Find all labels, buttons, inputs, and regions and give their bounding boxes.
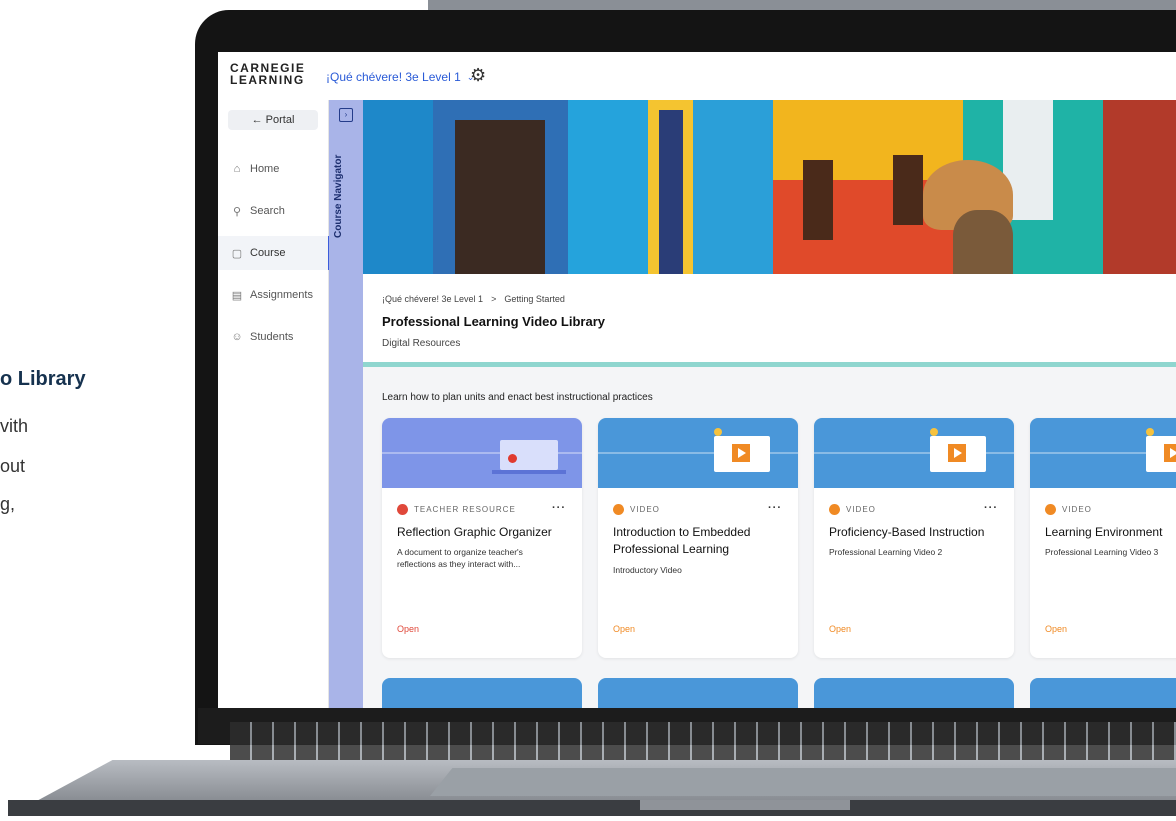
play-icon bbox=[948, 444, 966, 462]
apple-icon bbox=[508, 454, 517, 463]
card-thumbnail bbox=[1030, 418, 1176, 488]
promo-line-2: out bbox=[0, 456, 26, 476]
video-icon bbox=[613, 504, 624, 515]
lightbulb-icon bbox=[930, 428, 938, 436]
resource-card-thumbnail[interactable] bbox=[1030, 678, 1176, 708]
sidebar: ← Portal ⌂ Home ⚲ Search ▢ Course ▤ Assi… bbox=[218, 100, 331, 708]
breadcrumb: ¡Qué chévere! 3e Level 1 > Getting Start… bbox=[382, 294, 565, 304]
laptop-screen: CARNEGIE LEARNING ¡Qué chévere! 3e Level… bbox=[218, 52, 1176, 708]
laptop-keyboard bbox=[230, 722, 1176, 764]
card-title: Proficiency-Based Instruction bbox=[829, 525, 985, 539]
sidebar-item-search[interactable]: ⚲ Search bbox=[218, 194, 328, 228]
card-thumbnail bbox=[382, 418, 582, 488]
page-subtitle: Digital Resources bbox=[382, 338, 461, 349]
laptop-base bbox=[8, 800, 1176, 816]
chevron-right-icon: > bbox=[491, 294, 497, 304]
resource-card[interactable]: VIDEO Learning Environment Professional … bbox=[1030, 418, 1176, 658]
portal-button[interactable]: ← Portal bbox=[228, 110, 318, 130]
assignments-icon: ▤ bbox=[231, 289, 243, 302]
course-icon: ▢ bbox=[231, 247, 243, 260]
teacher-resource-icon bbox=[397, 504, 408, 515]
open-link[interactable]: Open bbox=[397, 624, 419, 634]
students-icon: ☺ bbox=[231, 331, 243, 343]
promo-title: o Library bbox=[0, 368, 86, 390]
resource-card-thumbnail[interactable] bbox=[598, 678, 798, 708]
resource-card[interactable]: VIDEO ··· Proficiency-Based Instruction … bbox=[814, 418, 1014, 658]
section-intro: Learn how to plan units and enact best i… bbox=[382, 392, 653, 403]
card-type: TEACHER RESOURCE bbox=[397, 504, 516, 515]
open-link[interactable]: Open bbox=[1045, 624, 1067, 634]
sidebar-item-label: Students bbox=[250, 331, 294, 343]
more-options-icon[interactable]: ··· bbox=[984, 502, 998, 514]
resource-card[interactable]: VIDEO ··· Introduction to Embedded Profe… bbox=[598, 418, 798, 658]
course-navigator-panel[interactable]: › Course Navigator bbox=[329, 100, 363, 708]
course-navigator-label: Course Navigator bbox=[333, 154, 344, 238]
sidebar-item-label: Course bbox=[250, 247, 286, 259]
course-selector[interactable]: ¡Qué chévere! 3e Level 1 ⌄ bbox=[326, 70, 474, 84]
search-icon: ⚲ bbox=[232, 205, 242, 218]
sidebar-item-label: Assignments bbox=[250, 289, 313, 301]
lightbulb-icon bbox=[1146, 428, 1154, 436]
card-thumbnail bbox=[814, 418, 1014, 488]
page-title: Professional Learning Video Library bbox=[382, 314, 605, 329]
more-options-icon[interactable]: ··· bbox=[552, 502, 566, 514]
card-type: VIDEO bbox=[613, 504, 660, 515]
sidebar-item-assignments[interactable]: ▤ Assignments bbox=[218, 278, 328, 312]
card-title: Learning Environment bbox=[1045, 525, 1163, 539]
card-type: VIDEO bbox=[1045, 504, 1092, 515]
sidebar-item-students[interactable]: ☺ Students bbox=[218, 320, 328, 354]
gear-icon[interactable]: ⚙ bbox=[470, 65, 486, 86]
laptop-notch bbox=[640, 800, 850, 810]
sidebar-item-label: Home bbox=[250, 163, 280, 175]
sidebar-item-course[interactable]: ▢ Course bbox=[218, 236, 331, 270]
resource-card-thumbnail[interactable] bbox=[814, 678, 1014, 708]
play-icon bbox=[1164, 444, 1176, 462]
card-title: Reflection Graphic Organizer bbox=[397, 525, 552, 539]
carnegie-learning-logo[interactable]: CARNEGIE LEARNING bbox=[230, 62, 305, 86]
main-content: ¡Qué chévere! 3e Level 1 > Getting Start… bbox=[363, 274, 1176, 708]
card-type: VIDEO bbox=[829, 504, 876, 515]
open-link[interactable]: Open bbox=[829, 624, 851, 634]
course-selector-label: ¡Qué chévere! 3e Level 1 bbox=[326, 70, 461, 84]
card-description: A document to organize teacher's reflect… bbox=[397, 547, 523, 569]
laptop-trackpad bbox=[430, 768, 1176, 796]
resource-card[interactable]: TEACHER RESOURCE ··· Reflection Graphic … bbox=[382, 418, 582, 658]
open-link[interactable]: Open bbox=[613, 624, 635, 634]
video-icon bbox=[1045, 504, 1056, 515]
breadcrumb-current[interactable]: Getting Started bbox=[504, 294, 565, 304]
video-icon bbox=[829, 504, 840, 515]
sidebar-item-label: Search bbox=[250, 205, 285, 217]
card-description: Professional Learning Video 3 bbox=[1045, 547, 1159, 557]
promo-line-1: vith bbox=[0, 416, 29, 436]
resource-card-thumbnail[interactable] bbox=[382, 678, 582, 708]
hero-banner-image bbox=[363, 100, 1176, 274]
lightbulb-icon bbox=[714, 428, 722, 436]
panel-expand-icon[interactable]: › bbox=[339, 108, 353, 122]
card-title: Introduction to Embedded Professional Le… bbox=[613, 525, 751, 556]
card-description: Professional Learning Video 2 bbox=[829, 547, 943, 557]
app-header: CARNEGIE LEARNING ¡Qué chévere! 3e Level… bbox=[218, 52, 1176, 103]
home-icon: ⌂ bbox=[233, 163, 241, 175]
more-options-icon[interactable]: ··· bbox=[768, 502, 782, 514]
card-thumbnail bbox=[598, 418, 798, 488]
promo-line-3: g, bbox=[0, 494, 16, 514]
page-header: ¡Qué chévere! 3e Level 1 > Getting Start… bbox=[363, 274, 1176, 367]
card-description: Introductory Video bbox=[613, 565, 682, 575]
sidebar-item-home[interactable]: ⌂ Home bbox=[218, 152, 328, 186]
play-icon bbox=[732, 444, 750, 462]
breadcrumb-root[interactable]: ¡Qué chévere! 3e Level 1 bbox=[382, 294, 483, 304]
